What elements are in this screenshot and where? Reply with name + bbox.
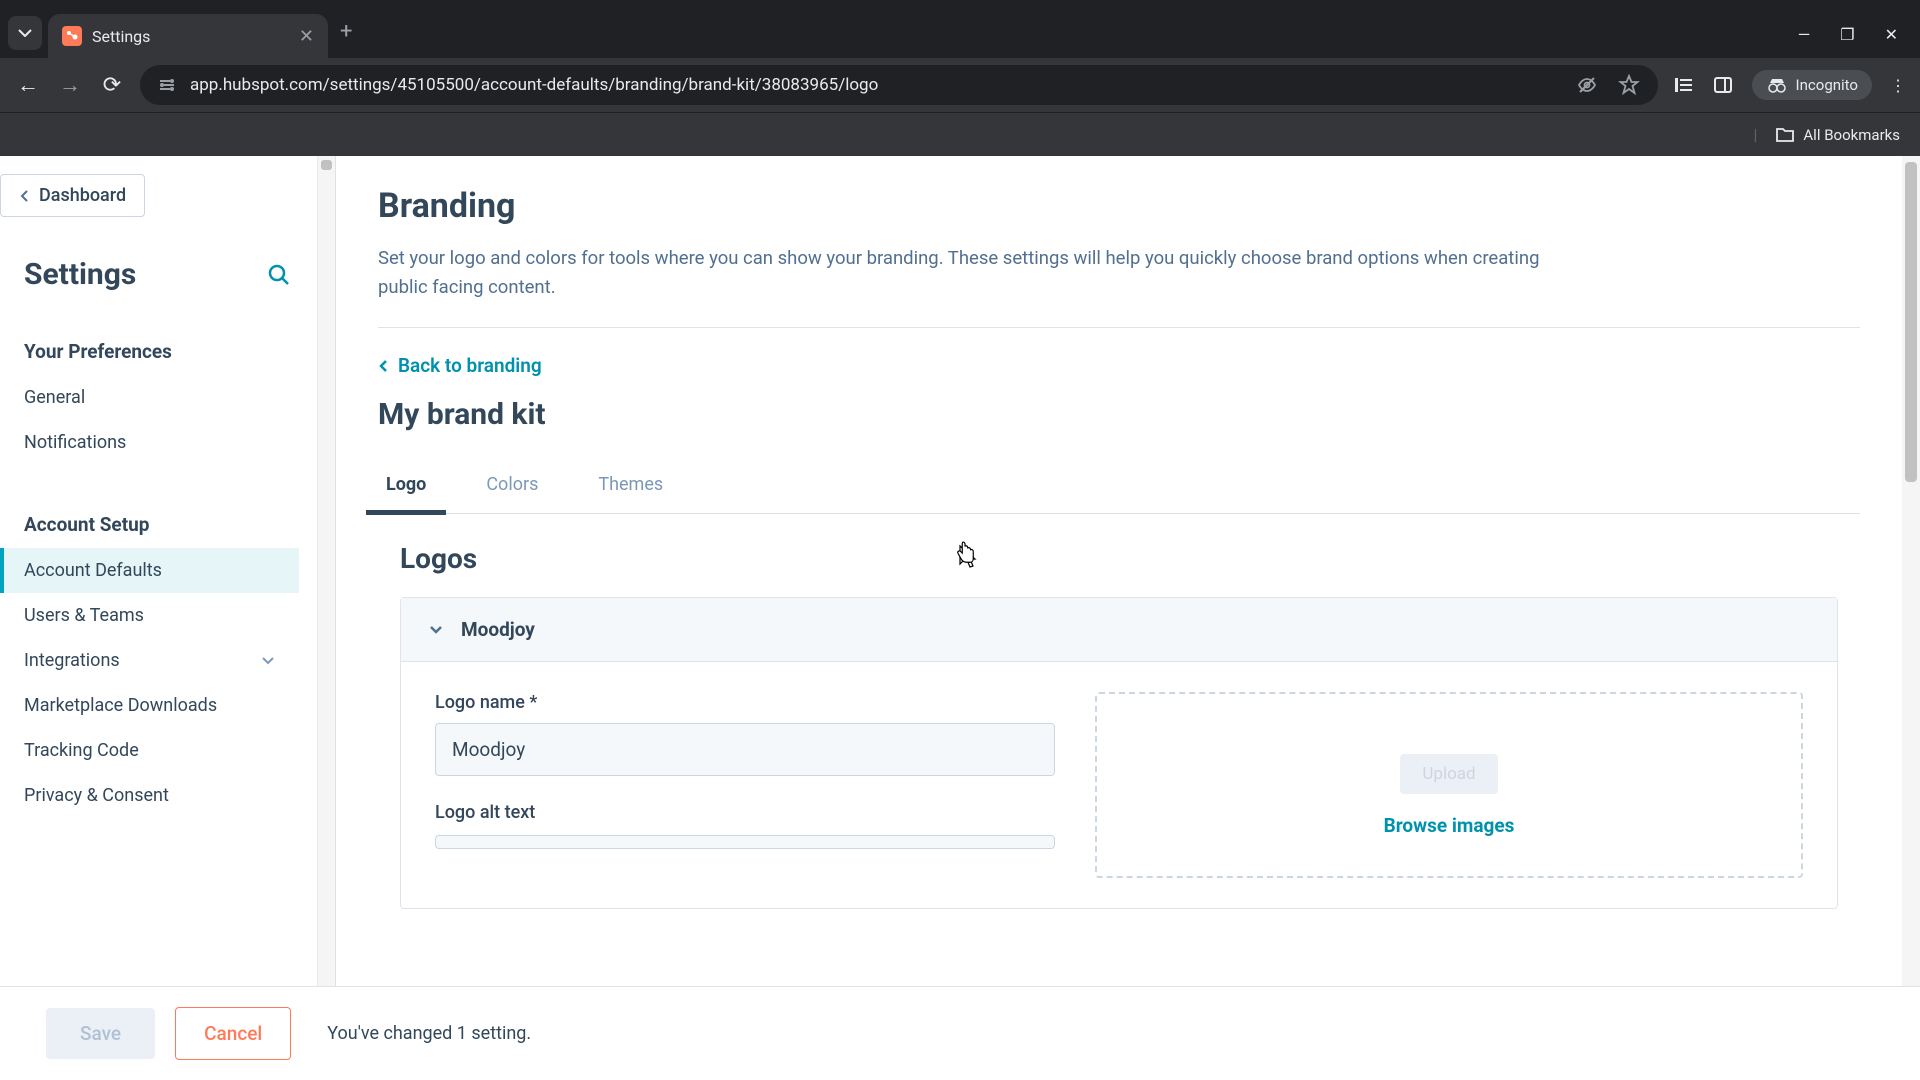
bookmarks-divider: |: [1753, 125, 1757, 144]
bookmarks-bar: | All Bookmarks: [0, 112, 1920, 156]
logo-upload-area[interactable]: Upload Browse images: [1095, 692, 1803, 878]
url-text: app.hubspot.com/settings/45105500/accoun…: [190, 75, 1562, 95]
logos-section-title: Logos: [400, 542, 1860, 575]
sidebar-item-tracking-code[interactable]: Tracking Code: [0, 728, 299, 773]
tab-close-icon[interactable]: ✕: [299, 26, 314, 47]
save-status-message: You've changed 1 setting.: [327, 1023, 531, 1044]
all-bookmarks-label: All Bookmarks: [1803, 126, 1900, 144]
tab-logo[interactable]: Logo: [378, 460, 434, 513]
new-tab-button[interactable]: +: [340, 19, 352, 44]
divider: [378, 327, 1860, 328]
back-to-branding-link[interactable]: Back to branding: [378, 354, 542, 377]
incognito-badge[interactable]: Incognito: [1752, 70, 1872, 100]
section-header-preferences: Your Preferences: [24, 340, 299, 363]
address-bar[interactable]: app.hubspot.com/settings/45105500/accoun…: [140, 65, 1658, 105]
side-panel-icon[interactable]: [1712, 74, 1734, 96]
tab-themes[interactable]: Themes: [590, 460, 671, 513]
brand-kit-tabs: Logo Colors Themes: [378, 460, 1860, 514]
browser-tab-strip: Settings ✕ + — ❐ ✕: [0, 0, 1920, 58]
dashboard-back-button[interactable]: Dashboard: [0, 174, 145, 217]
maximize-icon[interactable]: ❐: [1840, 25, 1854, 44]
sidebar-item-users-teams[interactable]: Users & Teams: [0, 593, 299, 638]
back-link-label: Back to branding: [398, 354, 542, 377]
browser-tab[interactable]: Settings ✕: [48, 14, 328, 58]
site-settings-icon[interactable]: [158, 76, 176, 94]
chevron-down-icon: [18, 29, 32, 37]
sidebar-item-account-defaults[interactable]: Account Defaults: [0, 548, 299, 593]
cancel-button[interactable]: Cancel: [175, 1007, 291, 1060]
reading-list-icon[interactable]: [1672, 74, 1694, 96]
hubspot-favicon-icon: [62, 26, 82, 46]
bookmark-star-icon[interactable]: [1618, 74, 1640, 96]
logo-accordion: Moodjoy Logo name * Logo alt text Upload…: [400, 597, 1838, 909]
back-button[interactable]: ←: [14, 72, 42, 98]
logo-alt-input[interactable]: [435, 835, 1055, 849]
chevron-left-icon: [378, 359, 388, 373]
sidebar-item-label: Integrations: [24, 650, 120, 671]
accordion-header[interactable]: Moodjoy: [401, 598, 1837, 662]
main-content: Branding Set your logo and colors for to…: [336, 156, 1920, 1080]
reload-button[interactable]: ⟳: [98, 73, 126, 98]
browser-menu-icon[interactable]: ⋮: [1890, 76, 1906, 95]
tab-title: Settings: [92, 27, 289, 46]
all-bookmarks-button[interactable]: All Bookmarks: [1775, 126, 1900, 144]
chevron-left-icon: [19, 189, 29, 203]
sidebar-item-marketplace-downloads[interactable]: Marketplace Downloads: [0, 683, 299, 728]
sidebar-scrollbar[interactable]: [318, 156, 336, 1080]
sidebar-item-privacy-consent[interactable]: Privacy & Consent: [0, 773, 299, 818]
minimize-icon[interactable]: —: [1798, 25, 1811, 44]
upload-button[interactable]: Upload: [1400, 754, 1497, 794]
accordion-title: Moodjoy: [461, 618, 535, 641]
forward-button[interactable]: →: [56, 72, 84, 98]
logo-alt-label: Logo alt text: [435, 802, 1055, 823]
tab-search-button[interactable]: [8, 16, 42, 50]
settings-sidebar: Dashboard Settings Your Preferences Gene…: [0, 156, 318, 1080]
chevron-down-icon: [429, 625, 443, 635]
page-description: Set your logo and colors for tools where…: [378, 244, 1588, 301]
main-scrollbar[interactable]: [1902, 156, 1920, 1080]
brand-kit-title: My brand kit: [378, 397, 1860, 432]
sidebar-item-integrations[interactable]: Integrations: [0, 638, 299, 683]
dashboard-label: Dashboard: [39, 185, 126, 206]
save-button[interactable]: Save: [46, 1008, 155, 1059]
chevron-down-icon: [261, 656, 275, 666]
browse-images-link[interactable]: Browse images: [1384, 814, 1515, 837]
logo-name-label: Logo name *: [435, 692, 1055, 713]
tab-colors[interactable]: Colors: [478, 460, 546, 513]
incognito-icon: [1766, 77, 1788, 93]
folder-icon: [1775, 127, 1795, 143]
browser-toolbar: ← → ⟳ app.hubspot.com/settings/45105500/…: [0, 58, 1920, 112]
page-title: Branding: [378, 186, 1860, 226]
logo-name-input[interactable]: [435, 723, 1055, 776]
save-bar: Save Cancel You've changed 1 setting.: [0, 986, 1920, 1080]
close-window-icon[interactable]: ✕: [1885, 25, 1898, 44]
search-icon[interactable]: [267, 263, 291, 287]
sidebar-item-notifications[interactable]: Notifications: [0, 420, 299, 465]
eye-off-icon[interactable]: [1576, 74, 1598, 96]
sidebar-item-general[interactable]: General: [0, 375, 299, 420]
sidebar-title: Settings: [24, 257, 299, 292]
incognito-label: Incognito: [1796, 76, 1858, 94]
section-header-account-setup: Account Setup: [24, 513, 299, 536]
